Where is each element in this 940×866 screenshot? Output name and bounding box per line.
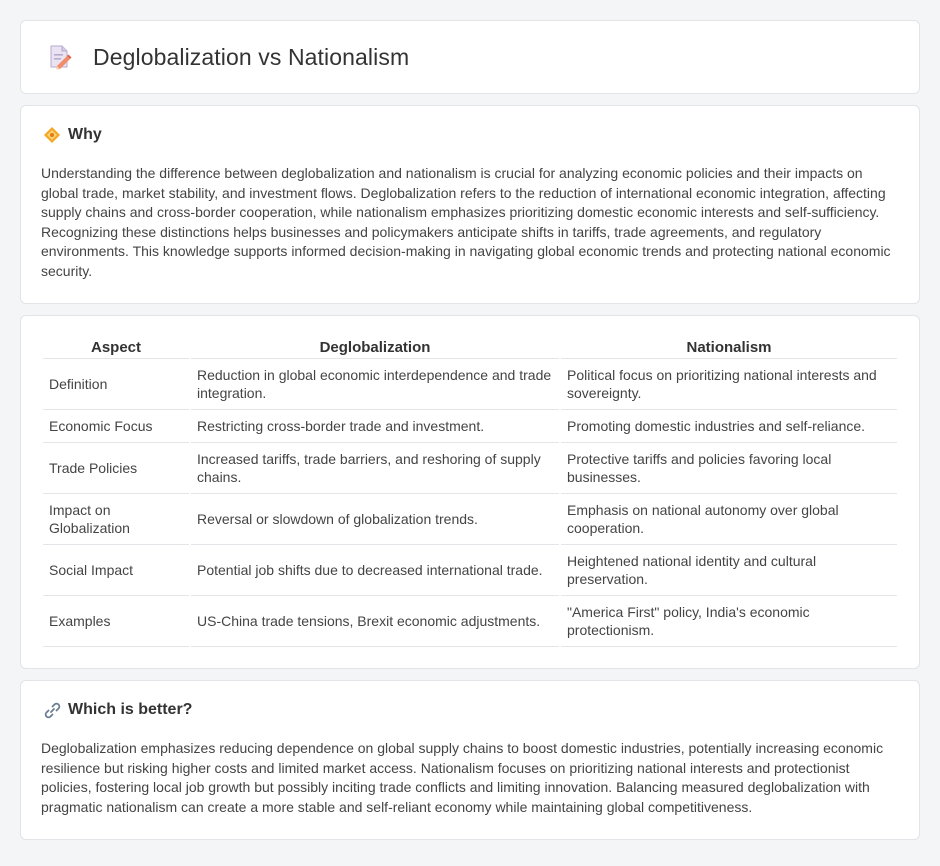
nationalism-cell: Heightened national identity and cultura…: [561, 545, 897, 596]
comparison-table-card: Aspect Deglobalization Nationalism Defin…: [20, 315, 920, 669]
nationalism-cell: Protective tariffs and policies favoring…: [561, 443, 897, 494]
nationalism-cell: Promoting domestic industries and self-r…: [561, 410, 897, 443]
aspect-cell: Social Impact: [43, 545, 189, 596]
table-row: Economic Focus Restricting cross-border …: [43, 410, 897, 443]
aspect-cell: Definition: [43, 359, 189, 410]
table-row: Examples US-China trade tensions, Brexit…: [43, 596, 897, 647]
why-section: Why Understanding the difference between…: [20, 105, 920, 304]
comparison-table: Aspect Deglobalization Nationalism Defin…: [41, 334, 899, 647]
aspect-cell: Trade Policies: [43, 443, 189, 494]
deglobalization-cell: Increased tariffs, trade barriers, and r…: [191, 443, 559, 494]
nationalism-cell: "America First" policy, India's economic…: [561, 596, 897, 647]
why-text: Understanding the difference between deg…: [41, 165, 891, 279]
deglobalization-cell: Reversal or slowdown of globalization tr…: [191, 494, 559, 545]
table-row: Trade Policies Increased tariffs, trade …: [43, 443, 897, 494]
which-section: Which is better? Deglobalization emphasi…: [20, 680, 920, 840]
column-header-nationalism: Nationalism: [561, 334, 897, 359]
aspect-cell: Impact on Globalization: [43, 494, 189, 545]
header-card: Deglobalization vs Nationalism: [20, 20, 920, 94]
link-icon: [43, 701, 61, 719]
deglobalization-cell: US-China trade tensions, Brexit economic…: [191, 596, 559, 647]
table-row: Impact on Globalization Reversal or slow…: [43, 494, 897, 545]
diamond-icon: [43, 126, 61, 144]
which-heading: Which is better?: [68, 701, 193, 718]
nationalism-cell: Emphasis on national autonomy over globa…: [561, 494, 897, 545]
table-row: Definition Reduction in global economic …: [43, 359, 897, 410]
page-title: Deglobalization vs Nationalism: [93, 43, 410, 70]
deglobalization-cell: Potential job shifts due to decreased in…: [191, 545, 559, 596]
table-header-row: Aspect Deglobalization Nationalism: [43, 334, 897, 359]
which-text: Deglobalization emphasizes reducing depe…: [41, 740, 884, 815]
document-pencil-icon: [45, 43, 73, 71]
aspect-cell: Economic Focus: [43, 410, 189, 443]
deglobalization-cell: Restricting cross-border trade and inves…: [191, 410, 559, 443]
why-heading: Why: [68, 126, 102, 143]
table-row: Social Impact Potential job shifts due t…: [43, 545, 897, 596]
column-header-aspect: Aspect: [43, 334, 189, 359]
aspect-cell: Examples: [43, 596, 189, 647]
deglobalization-cell: Reduction in global economic interdepend…: [191, 359, 559, 410]
column-header-deglobalization: Deglobalization: [191, 334, 559, 359]
nationalism-cell: Political focus on prioritizing national…: [561, 359, 897, 410]
